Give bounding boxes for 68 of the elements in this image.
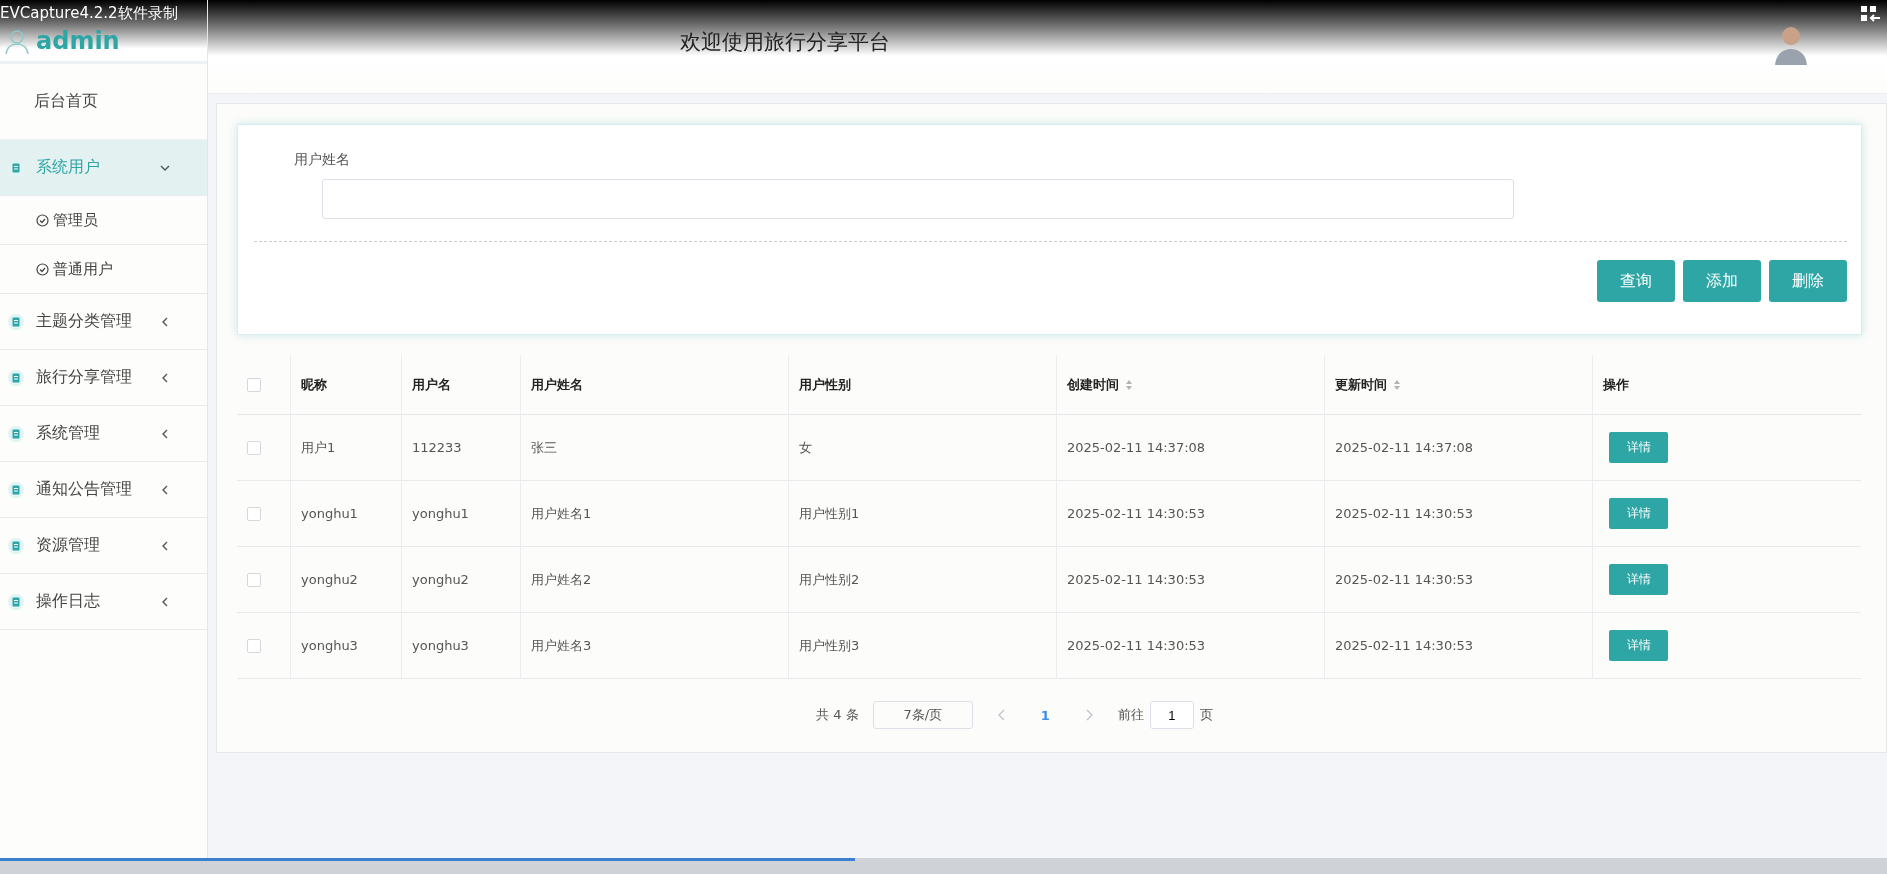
field-label: 用户姓名 xyxy=(294,151,351,169)
column-header: 操作 xyxy=(1603,375,1629,394)
sidebar-menu[interactable]: 旅行分享管理 xyxy=(0,350,207,406)
sidebar-menu[interactable]: 系统管理 xyxy=(0,406,207,462)
document-icon xyxy=(8,481,24,498)
table-cell: 2025-02-11 14:37:08 xyxy=(1335,440,1474,455)
table-cell: 用户性别1 xyxy=(799,504,860,523)
column-header: 用户名 xyxy=(412,375,451,394)
select-all-checkbox[interactable] xyxy=(247,377,261,392)
sidebar-menu[interactable]: 操作日志 xyxy=(0,574,207,630)
table-cell: yonghu3 xyxy=(412,638,469,653)
sidebar-menu[interactable]: 资源管理 xyxy=(0,518,207,574)
table-cell: 2025-02-11 14:30:53 xyxy=(1067,638,1206,653)
page-size-select[interactable]: 7条/页 xyxy=(872,701,973,729)
row-checkbox[interactable] xyxy=(247,506,261,521)
document-icon xyxy=(8,593,24,610)
table-cell: 2025-02-11 14:30:53 xyxy=(1335,572,1474,587)
table-cell: yonghu1 xyxy=(301,506,358,521)
user-icon xyxy=(4,29,30,55)
table-cell: yonghu2 xyxy=(301,572,358,587)
table-cell: 用户性别2 xyxy=(799,570,860,589)
recorder-title: EVCapture4.2.2软件录制 xyxy=(0,4,178,23)
column-header: 用户姓名 xyxy=(531,375,583,394)
column-header: 创建时间 xyxy=(1067,375,1119,394)
check-circle-icon xyxy=(36,262,49,276)
document-icon xyxy=(8,313,24,330)
row-checkbox[interactable] xyxy=(247,440,261,455)
table-cell: 用户姓名1 xyxy=(531,504,592,523)
name-input-field[interactable] xyxy=(322,179,1514,219)
goto-page-field[interactable]: 1 xyxy=(1149,701,1194,729)
document-icon xyxy=(8,369,24,386)
sidebar-menu[interactable]: 主题分类管理 xyxy=(0,294,207,350)
table-cell: yonghu1 xyxy=(412,506,469,521)
check-circle-icon xyxy=(36,213,49,227)
table-cell: 2025-02-11 14:30:53 xyxy=(1067,572,1206,587)
prev-page-icon[interactable] xyxy=(996,709,1007,721)
goto-suffix: 页 xyxy=(1199,706,1213,724)
admin-name: admin xyxy=(36,27,120,55)
column-header: 昵称 xyxy=(301,375,327,394)
table-cell: 2025-02-11 14:37:08 xyxy=(1067,440,1206,455)
column-header: 更新时间 xyxy=(1335,375,1387,394)
document-icon xyxy=(8,537,24,554)
table-cell: 用户姓名2 xyxy=(531,570,592,589)
sidebar-menu[interactable]: 通知公告管理 xyxy=(0,462,207,518)
page-title: 欢迎使用旅行分享平台 xyxy=(680,28,890,56)
sort-icon[interactable] xyxy=(1393,378,1401,391)
exit-fullscreen-icon[interactable] xyxy=(1861,6,1881,24)
goto-label: 前往 xyxy=(1117,706,1144,724)
document-icon xyxy=(8,425,24,442)
table-cell: 2025-02-11 14:30:53 xyxy=(1335,638,1474,653)
table-cell: 用户性别3 xyxy=(799,636,860,655)
table-cell: 用户姓名3 xyxy=(531,636,592,655)
total-count: 共 4 条 xyxy=(816,706,859,724)
sidebar-subitem[interactable]: 管理员 xyxy=(0,196,207,245)
table-cell: yonghu2 xyxy=(412,572,469,587)
sidebar-subitem[interactable]: 普通用户 xyxy=(0,245,207,294)
table-cell: 张三 xyxy=(531,438,557,457)
table-cell: 2025-02-11 14:30:53 xyxy=(1335,506,1474,521)
table-cell: 2025-02-11 14:30:53 xyxy=(1067,506,1206,521)
row-checkbox[interactable] xyxy=(247,638,261,653)
recorder-progress-track[interactable] xyxy=(0,858,1887,874)
table-cell: 用户1 xyxy=(301,438,336,457)
row-checkbox[interactable] xyxy=(247,572,261,587)
sort-icon[interactable] xyxy=(1125,378,1133,391)
table-cell: 女 xyxy=(799,438,812,457)
table-cell: 112233 xyxy=(412,440,462,455)
column-header: 用户性别 xyxy=(799,375,851,394)
table-cell: yonghu3 xyxy=(301,638,358,653)
